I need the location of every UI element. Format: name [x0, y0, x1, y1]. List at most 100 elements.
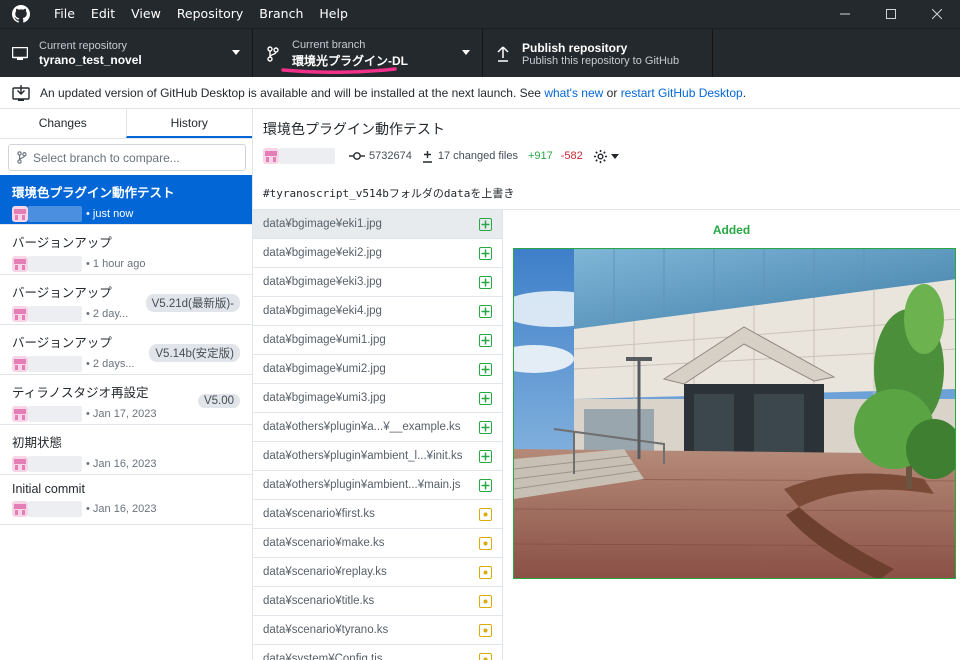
commit-row[interactable]: 環境色プラグイン動作テスト • just now [0, 175, 252, 225]
file-row[interactable]: data¥bgimage¥eki1.jpg [253, 210, 502, 239]
author-name-redacted [28, 501, 82, 517]
file-row[interactable]: data¥scenario¥title.ks [253, 587, 502, 616]
file-row[interactable]: data¥bgimage¥umi1.jpg [253, 326, 502, 355]
file-path: data¥scenario¥replay.ks [263, 566, 387, 578]
file-row[interactable]: data¥bgimage¥umi3.jpg [253, 384, 502, 413]
upload-icon [495, 45, 511, 62]
avatar [12, 206, 28, 222]
commit-sha-group: 5732674 [349, 150, 412, 162]
repository-name: tyrano_test_novel [39, 53, 142, 67]
file-added-icon [479, 275, 492, 289]
file-row[interactable]: data¥bgimage¥eki3.jpg [253, 268, 502, 297]
file-modified-icon [479, 536, 492, 550]
file-path: data¥bgimage¥eki2.jpg [263, 247, 382, 259]
lines-removed: -582 [560, 150, 583, 162]
station-image [514, 249, 955, 578]
menu-file[interactable]: File [46, 0, 83, 28]
file-modified-icon [479, 623, 492, 637]
commit-list: 環境色プラグイン動作テスト • just now バージョンアップ • 1 hour … [0, 175, 252, 525]
commit-row[interactable]: バージョンアップ • 2 day... V5.21d(最新版)- [0, 275, 252, 325]
publish-repository-button[interactable]: Publish repository Publish this reposito… [483, 29, 713, 78]
file-added-icon [479, 304, 492, 318]
file-added-icon [479, 217, 492, 231]
menu-view[interactable]: View [123, 0, 169, 28]
file-path: data¥scenario¥title.ks [263, 595, 375, 607]
highlight-underline [281, 67, 397, 74]
avatar [12, 256, 28, 272]
commit-row-time: • just now [86, 208, 134, 220]
commit-row-title: Initial commit [12, 482, 85, 496]
caret-down-icon [610, 153, 619, 159]
branch-icon [265, 45, 281, 62]
branch-icon [17, 151, 27, 164]
menu-edit[interactable]: Edit [83, 0, 123, 28]
minimize-button[interactable] [822, 0, 868, 28]
avatar [12, 356, 28, 372]
file-path: data¥bgimage¥eki1.jpg [263, 218, 382, 230]
commit-row[interactable]: バージョンアップ • 1 hour ago [0, 225, 252, 275]
avatar [12, 456, 28, 472]
menu-branch[interactable]: Branch [251, 0, 311, 28]
file-path: data¥scenario¥tyrano.ks [263, 624, 389, 636]
file-row[interactable]: data¥system¥Config.tjs [253, 645, 502, 660]
author-name-redacted [279, 148, 335, 164]
commit-row[interactable]: ティラノスタジオ再設定 • Jan 17, 2023 V5.00 [0, 375, 252, 425]
author-name-redacted [28, 206, 82, 222]
file-row[interactable]: data¥scenario¥tyrano.ks [253, 616, 502, 645]
diff-options-button[interactable] [593, 149, 619, 164]
publish-subtitle: Publish this repository to GitHub [522, 55, 680, 67]
menu-repository[interactable]: Repository [169, 0, 251, 28]
file-row[interactable]: data¥others¥plugin¥ambient...¥main.js [253, 471, 502, 500]
toolbar: Current repository tyrano_test_novel Cur… [0, 28, 960, 78]
menu-help[interactable]: Help [311, 0, 356, 28]
tag-badge: V5.00 [197, 394, 240, 408]
current-repository-button[interactable]: Current repository tyrano_test_novel [0, 29, 253, 78]
banner-text: An updated version of GitHub Desktop is … [40, 85, 541, 100]
caret-down-icon [462, 50, 470, 55]
tab-history[interactable]: History [125, 109, 252, 138]
tag-badge: V5.14b(安定版) [149, 344, 240, 362]
file-path: data¥bgimage¥umi2.jpg [263, 363, 386, 375]
commit-title: 環境色プラグイン動作テスト [263, 121, 445, 137]
commit-row-title: バージョンアップ [12, 236, 112, 250]
commit-row-meta: • just now [12, 206, 240, 222]
file-path: data¥others¥plugin¥a...¥__example.ks [263, 421, 461, 433]
author-name-redacted [28, 406, 82, 422]
whats-new-link[interactable]: what's new [544, 86, 603, 100]
file-row[interactable]: data¥bgimage¥eki2.jpg [253, 239, 502, 268]
compare-placeholder: Select branch to compare... [33, 150, 180, 165]
file-added-icon [479, 246, 492, 260]
maximize-button[interactable] [868, 0, 914, 28]
file-added-icon [479, 420, 492, 434]
avatar [12, 501, 28, 517]
file-added-icon [479, 333, 492, 347]
file-row[interactable]: data¥others¥plugin¥ambient_l...¥init.ks [253, 442, 502, 471]
file-row[interactable]: data¥scenario¥first.ks [253, 500, 502, 529]
commit-row-time: • Jan 16, 2023 [86, 458, 157, 470]
commit-row[interactable]: Initial commit • Jan 16, 2023 [0, 475, 252, 525]
file-added-icon [479, 478, 492, 492]
file-row[interactable]: data¥bgimage¥eki4.jpg [253, 297, 502, 326]
compare-branch-input[interactable]: Select branch to compare... [8, 144, 246, 171]
file-path: data¥scenario¥make.ks [263, 537, 385, 549]
commit-row-time: • Jan 16, 2023 [86, 503, 157, 515]
commit-row[interactable]: 初期状態 • Jan 16, 2023 [0, 425, 252, 475]
file-path: data¥bgimage¥eki4.jpg [263, 305, 382, 317]
file-row[interactable]: data¥scenario¥replay.ks [253, 558, 502, 587]
commit-row-meta: • Jan 16, 2023 [12, 501, 240, 517]
close-button[interactable] [914, 0, 960, 28]
sidebar: Changes History Select branch to compare… [0, 109, 253, 660]
banner-or: or [606, 85, 618, 100]
file-row[interactable]: data¥bgimage¥umi2.jpg [253, 355, 502, 384]
current-branch-button[interactable]: Current branch 環境光プラグイン-DL [253, 29, 483, 78]
changed-files-count: 17 changed files [437, 150, 518, 162]
file-row[interactable]: data¥scenario¥make.ks [253, 529, 502, 558]
file-row[interactable]: data¥others¥plugin¥a...¥__example.ks [253, 413, 502, 442]
commit-row-meta: • Jan 17, 2023 [12, 406, 240, 422]
file-added-icon [479, 449, 492, 463]
commit-row[interactable]: バージョンアップ • 2 days... V5.14b(安定版) [0, 325, 252, 375]
restart-link[interactable]: restart GitHub Desktop [621, 86, 743, 100]
commit-meta: 5732674 17 changed files +917 -582 [263, 148, 950, 164]
tab-changes[interactable]: Changes [0, 109, 126, 138]
author-name-redacted [28, 256, 82, 272]
